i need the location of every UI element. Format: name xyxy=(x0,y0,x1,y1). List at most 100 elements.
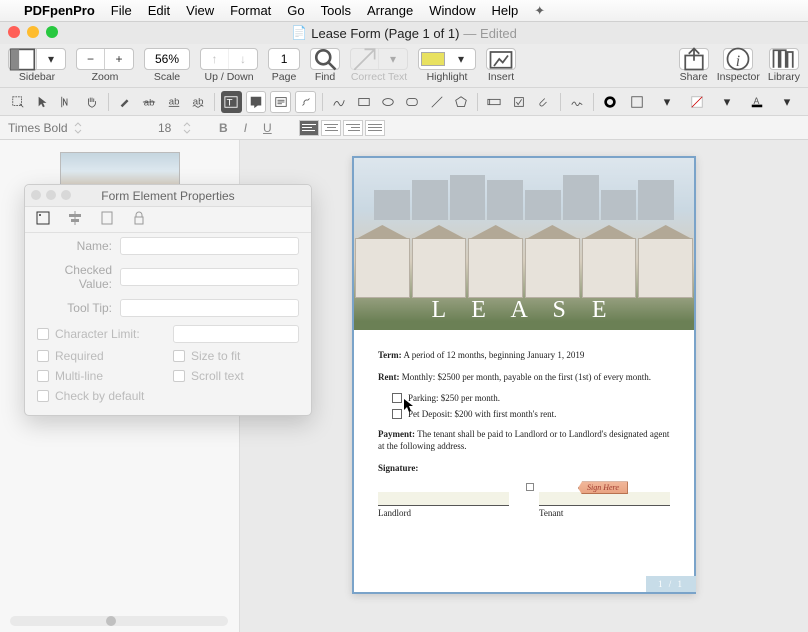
zoom-out-button[interactable]: − xyxy=(77,49,105,69)
panel-tab-align[interactable] xyxy=(67,210,83,229)
landlord-signature-field[interactable] xyxy=(378,492,509,506)
page-up-button[interactable]: ↑ xyxy=(201,49,229,69)
italic-button[interactable]: I xyxy=(235,121,255,135)
panel-tab-form[interactable] xyxy=(35,210,51,229)
highlight-button[interactable]: ▾ xyxy=(418,48,476,70)
page-down-button[interactable]: ↓ xyxy=(229,49,257,69)
name-field[interactable] xyxy=(120,237,299,255)
tooltip-field[interactable] xyxy=(120,299,299,317)
sign-here-checkbox[interactable] xyxy=(526,483,534,491)
underline-button[interactable]: U xyxy=(257,121,277,135)
scrolltext-check[interactable] xyxy=(173,370,185,382)
chevron-down-icon[interactable]: ▾ xyxy=(774,91,800,113)
font-name[interactable]: Times Bold xyxy=(8,121,68,135)
default-check[interactable] xyxy=(37,390,49,402)
menu-tools[interactable]: Tools xyxy=(321,3,351,18)
hand-tool[interactable] xyxy=(81,91,101,113)
panel-tab-lock[interactable] xyxy=(131,210,147,229)
panel-zoom[interactable] xyxy=(61,190,71,200)
note-tool[interactable] xyxy=(246,91,267,113)
menu-view[interactable]: View xyxy=(186,3,214,18)
text-box-tool[interactable]: T xyxy=(221,91,241,113)
library-button[interactable] xyxy=(770,49,798,69)
document-view[interactable]: L E A S E Term: A period of 12 months, b… xyxy=(240,140,808,632)
menu-help[interactable]: Help xyxy=(491,3,518,18)
textedit-tool[interactable] xyxy=(57,91,77,113)
line-tool[interactable] xyxy=(427,91,447,113)
shape-circle-icon[interactable] xyxy=(600,91,620,113)
outline-color[interactable] xyxy=(624,91,650,113)
chevrons-icon[interactable] xyxy=(72,122,84,134)
app-menu[interactable]: PDFpenPro xyxy=(24,3,95,18)
scale-value[interactable]: 56% xyxy=(145,52,189,66)
pet-checkbox[interactable] xyxy=(392,409,402,419)
sizefit-check[interactable] xyxy=(173,350,185,362)
attach-tool[interactable] xyxy=(533,91,553,113)
strike-tool[interactable]: ab xyxy=(139,91,159,113)
freehand-tool[interactable] xyxy=(329,91,349,113)
thumb-scrollbar[interactable] xyxy=(10,616,228,626)
menu-file[interactable]: File xyxy=(111,3,132,18)
correct-text-button[interactable] xyxy=(351,49,379,69)
menu-edit[interactable]: Edit xyxy=(148,3,170,18)
page-indicator: 1 / 1 xyxy=(646,576,696,592)
align-left[interactable] xyxy=(299,120,319,136)
underline-tool[interactable]: ab xyxy=(163,91,183,113)
chevron-down-icon[interactable]: ▾ xyxy=(714,91,740,113)
chevron-down-icon[interactable]: ▾ xyxy=(379,49,407,69)
parking-checkbox[interactable] xyxy=(392,393,402,403)
panel-tab-page[interactable] xyxy=(99,210,115,229)
checkbox-tool[interactable] xyxy=(509,91,529,113)
label-share: Share xyxy=(680,71,708,83)
textfield-tool[interactable] xyxy=(484,91,504,113)
chevron-down-icon[interactable]: ▾ xyxy=(654,91,680,113)
rent-text: Monthly: $2500 per month, payable on the… xyxy=(402,372,651,382)
menu-window[interactable]: Window xyxy=(429,3,475,18)
sign-here-flag[interactable]: Sign Here xyxy=(578,481,628,494)
ellipse-tool[interactable] xyxy=(378,91,398,113)
minimize-button[interactable] xyxy=(27,26,39,38)
highlight-tool[interactable] xyxy=(115,91,135,113)
bold-button[interactable]: B xyxy=(213,121,233,135)
squiggly-tool[interactable]: ab xyxy=(188,91,208,113)
align-center[interactable] xyxy=(321,120,341,136)
chevron-down-icon[interactable]: ▾ xyxy=(37,49,65,69)
tenant-signature-field[interactable] xyxy=(539,492,670,506)
zoom-button[interactable] xyxy=(46,26,58,38)
fill-color[interactable] xyxy=(684,91,710,113)
menu-go[interactable]: Go xyxy=(287,3,304,18)
rect-tool[interactable] xyxy=(353,91,373,113)
menu-format[interactable]: Format xyxy=(230,3,271,18)
required-check[interactable] xyxy=(37,350,49,362)
menu-arrange[interactable]: Arrange xyxy=(367,3,413,18)
chevrons-icon[interactable] xyxy=(181,122,193,134)
panel-min[interactable] xyxy=(46,190,56,200)
script-menu-icon[interactable]: ✦ xyxy=(534,3,545,19)
select-rect-tool[interactable] xyxy=(8,91,28,113)
align-right[interactable] xyxy=(343,120,363,136)
charlimit-field[interactable] xyxy=(173,325,299,343)
chevron-down-icon[interactable]: ▾ xyxy=(447,49,475,69)
align-justify[interactable] xyxy=(365,120,385,136)
signature-tool[interactable] xyxy=(566,91,586,113)
roundrect-tool[interactable] xyxy=(402,91,422,113)
zoom-in-button[interactable]: + xyxy=(105,49,133,69)
close-button[interactable] xyxy=(8,26,20,38)
text-color[interactable]: A xyxy=(744,91,770,113)
checkedval-field[interactable] xyxy=(120,268,299,286)
charlimit-check[interactable] xyxy=(37,328,49,340)
pet-text: Pet Deposit: $200 with first month's ren… xyxy=(408,409,556,419)
polygon-tool[interactable] xyxy=(451,91,471,113)
insert-button[interactable] xyxy=(487,49,515,69)
inspector-button[interactable]: i xyxy=(724,49,752,69)
comment-tool[interactable] xyxy=(270,91,291,113)
page-field[interactable]: 1 xyxy=(269,52,299,66)
pointer-tool[interactable] xyxy=(32,91,52,113)
multiline-check[interactable] xyxy=(37,370,49,382)
find-button[interactable] xyxy=(311,49,339,69)
font-size[interactable]: 18 xyxy=(158,121,171,135)
link-tool[interactable] xyxy=(295,91,316,113)
sidebar-toggle[interactable]: ▾ xyxy=(8,48,66,70)
panel-close[interactable] xyxy=(31,190,41,200)
share-button[interactable] xyxy=(680,49,708,69)
